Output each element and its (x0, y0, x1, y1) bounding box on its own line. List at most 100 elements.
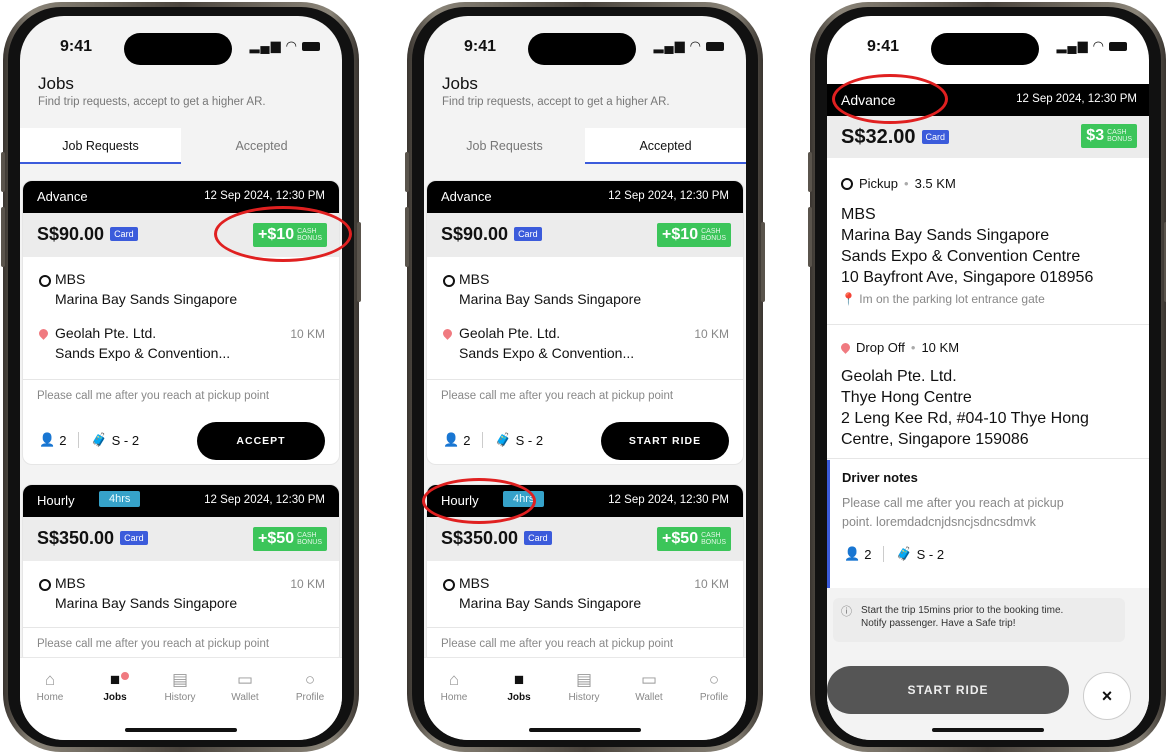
job-price: S$90.00 Card (37, 224, 138, 245)
wifi-icon: ◠ (285, 38, 298, 53)
status-icons: ▂▄▆ ◠ (653, 38, 724, 54)
briefcase-icon: ■ (513, 670, 525, 689)
card-badge: Card (921, 130, 950, 144)
highlight-circle (214, 206, 352, 262)
pickup-distance: 3.5 KM (914, 176, 956, 191)
page-title: Jobs (442, 74, 478, 93)
nav-history[interactable]: ▤ History (552, 670, 616, 703)
cash-bonus-badge: +$50 CASH BONUS (657, 527, 731, 551)
job-type: Hourly (37, 493, 75, 508)
status-bar: 9:41 ▂▄▆ ◠ (20, 16, 342, 68)
battery-icon (706, 41, 724, 51)
page-subtitle: Find trip requests, accept to get a high… (38, 96, 266, 108)
signal-icon: ▂▄▆ (1056, 38, 1089, 53)
wallet-icon: ▭ (236, 670, 254, 689)
luggage-icon: 🧳 (495, 432, 512, 447)
status-bar: 9:41 ▂▄▆ ◠ (827, 16, 1149, 68)
status-icons: ▂▄▆ ◠ (1056, 38, 1127, 54)
passenger-note: Please call me after you reach at pickup… (441, 638, 674, 650)
nav-profile[interactable]: ○ Profile (682, 670, 746, 703)
page-subtitle: Find trip requests, accept to get a high… (442, 96, 670, 108)
pickup-location: MBS Marina Bay Sands Singapore (427, 269, 743, 311)
pickup-dot-icon (39, 579, 51, 591)
home-icon: ⌂ (44, 670, 56, 689)
notes-text: Please call me after you reach at pickup… (842, 496, 1064, 529)
distance: 10 KM (290, 327, 325, 341)
passenger-info: 👤 2 🧳 S - 2 (443, 432, 544, 448)
trip-details: Pickup • 3.5 KM MBS Marina Bay Sands Singa… (827, 158, 1149, 588)
map-pin-icon (839, 341, 852, 354)
clock: 9:41 (867, 38, 900, 55)
nav-home[interactable]: ⌂ Home (20, 670, 82, 703)
nav-history[interactable]: ▤ History (148, 670, 212, 703)
dynamic-island (124, 33, 232, 65)
pickup-location: MBS Marina Bay Sands Singapore 10 KM (427, 573, 743, 615)
nav-wallet[interactable]: ▭ Wallet (213, 670, 277, 703)
briefcase-icon: ■ (109, 670, 121, 689)
wifi-icon: ◠ (689, 38, 702, 53)
cash-bonus-badge: +$10 CASH BONUS (657, 223, 731, 247)
job-price: S$32.00 Card (841, 126, 950, 149)
home-indicator (932, 728, 1044, 732)
job-type: Advance (441, 189, 492, 204)
tab-job-requests[interactable]: Job Requests (20, 128, 181, 164)
luggage-icon: 🧳 (91, 432, 108, 447)
clock: 9:41 (60, 38, 93, 55)
job-date: 12 Sep 2024, 12:30 PM (204, 190, 325, 202)
job-price: S$350.00 Card (441, 528, 552, 549)
job-card[interactable]: Hourly 4hrs 12 Sep 2024, 12:30 PM S$350.00… (22, 484, 340, 658)
card-badge: Card (120, 531, 148, 545)
nav-wallet[interactable]: ▭ Wallet (617, 670, 681, 703)
nav-profile[interactable]: ○ Profile (278, 670, 342, 703)
job-date: 12 Sep 2024, 12:30 PM (1016, 93, 1137, 105)
screen: 9:41 ▂▄▆ ◠ Advance 12 Sep 2024, 12:30 PM S… (827, 16, 1149, 740)
nav-jobs[interactable]: ■ Jobs (83, 670, 147, 703)
bottom-nav: ⌂ Home ■ Jobs ▤ History ▭ Wallet ○ Profile (424, 657, 746, 740)
clock: 9:41 (464, 38, 497, 55)
pickup-dot-icon (443, 275, 455, 287)
job-date: 12 Sep 2024, 12:30 PM (608, 190, 729, 202)
nav-jobs[interactable]: ■ Jobs (487, 670, 551, 703)
profile-icon: ○ (708, 670, 720, 689)
tab-accepted[interactable]: Accepted (181, 128, 342, 164)
driver-notes: Driver notes Please call me after you re… (827, 460, 1149, 588)
info-banner: ⓘ Start the trip 15mins prior to the boo… (833, 598, 1125, 642)
pickup-dot-icon (443, 579, 455, 591)
job-price: S$350.00 Card (37, 528, 148, 549)
phone-job-requests: 9:41 ▂▄▆ ◠ Jobs Find trip requests, accep… (1, 2, 361, 752)
bottom-nav: ⌂ Home ■ Jobs ▤ History ▭ Wallet ○ Profile (20, 657, 342, 740)
signal-icon: ▂▄▆ (653, 38, 686, 53)
dropoff-location: Geolah Pte. Ltd. Sands Expo & Convention.… (23, 323, 339, 365)
dropoff-address: Geolah Pte. Ltd. Thye Hong Centre 2 Leng… (841, 368, 1089, 448)
highlight-circle (832, 74, 948, 124)
person-icon: 👤 (39, 432, 56, 447)
distance: 10 KM (694, 327, 729, 341)
tab-job-requests[interactable]: Job Requests (424, 128, 585, 164)
start-ride-button[interactable]: START RIDE (601, 422, 729, 460)
job-card[interactable]: Advance 12 Sep 2024, 12:30 PM S$90.00 Card… (426, 180, 744, 465)
signal-icon: ▂▄▆ (249, 38, 282, 53)
status-bar: 9:41 ▂▄▆ ◠ (424, 16, 746, 68)
distance: 10 KM (694, 577, 729, 591)
dropoff-distance: 10 KM (921, 340, 960, 355)
person-icon: 👤 (844, 546, 861, 561)
notes-title: Driver notes (842, 470, 918, 485)
tab-accepted[interactable]: Accepted (585, 128, 746, 164)
history-icon: ▤ (171, 670, 189, 689)
start-ride-button[interactable]: START RIDE (827, 666, 1069, 714)
nav-home[interactable]: ⌂ Home (424, 670, 486, 703)
passenger-info: 👤 2 🧳 S - 2 (39, 432, 140, 448)
home-indicator (529, 728, 641, 732)
location-pin-icon: 📍 (841, 292, 856, 306)
close-button[interactable]: × (1083, 672, 1131, 720)
passenger-note: Please call me after you reach at pickup… (441, 390, 674, 402)
accept-button[interactable]: ACCEPT (197, 422, 325, 460)
job-date: 12 Sep 2024, 12:30 PM (608, 494, 729, 506)
passenger-info: 👤 2 🧳 S - 2 (844, 546, 945, 562)
profile-icon: ○ (304, 670, 316, 689)
screen: 9:41 ▂▄▆ ◠ Jobs Find trip requests, accep… (20, 16, 342, 740)
tab-bar: Job Requests Accepted (424, 128, 746, 164)
dropoff-label-row: Drop Off • 10 KM (839, 340, 960, 355)
dropoff-location: Geolah Pte. Ltd. Sands Expo & Convention.… (427, 323, 743, 365)
map-pin-icon (37, 327, 50, 340)
